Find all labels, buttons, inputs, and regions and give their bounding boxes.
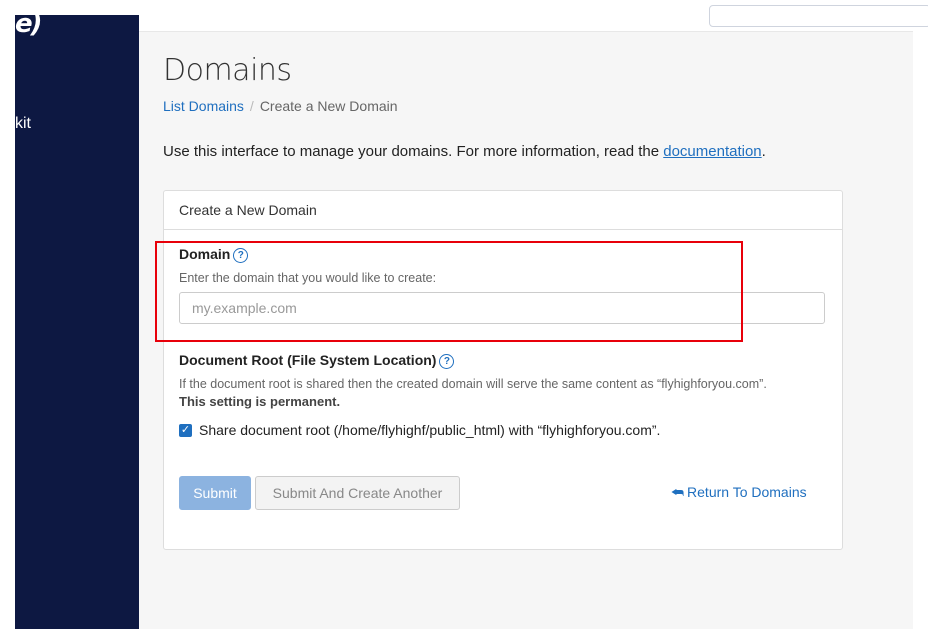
intro-text: Use this interface to manage your domain… xyxy=(163,143,766,160)
domain-input[interactable] xyxy=(179,292,825,324)
reply-arrow-icon: ⮪ xyxy=(671,484,685,500)
share-docroot-checkbox[interactable]: ✓ xyxy=(179,423,192,437)
return-to-domains-label: Return To Domains xyxy=(687,484,807,500)
breadcrumb: List Domains / Create a New Domain xyxy=(163,98,398,114)
domain-label-text: Domain xyxy=(179,246,231,262)
breadcrumb-list-domains[interactable]: List Domains xyxy=(163,98,244,114)
documentation-link[interactable]: documentation xyxy=(663,143,761,160)
main-content: Domains List Domains / Create a New Domain… xyxy=(139,5,928,629)
return-to-domains-link[interactable]: ⮪ Return To Domains xyxy=(671,484,807,501)
intro-text-end: . xyxy=(761,143,766,160)
search-input[interactable] xyxy=(709,5,928,27)
checkmark-icon: ✓ xyxy=(180,423,191,436)
sidebar-item-toolkit[interactable]: kit xyxy=(15,115,31,133)
submit-and-create-another-button[interactable]: Submit And Create Another xyxy=(255,476,460,510)
intro-text-body: Use this interface to manage your domain… xyxy=(163,143,664,160)
help-icon[interactable]: ? xyxy=(439,354,455,369)
permanent-warning: This setting is permanent. xyxy=(179,394,341,409)
page-title: Domains xyxy=(163,53,292,88)
breadcrumb-current: Create a New Domain xyxy=(259,98,398,114)
share-docroot-label[interactable]: Share document root (/home/flyhighf/publ… xyxy=(199,422,660,438)
share-docroot-row: ✓ Share document root (/home/flyhighf/pu… xyxy=(179,422,660,438)
submit-button[interactable]: Submit xyxy=(179,476,251,510)
document-root-hint: If the document root is shared then the … xyxy=(179,377,767,391)
document-root-label: Document Root (File System Location)? xyxy=(179,352,455,369)
create-domain-panel: Create a New Domain Domain? Enter the do… xyxy=(163,190,843,550)
domain-label: Domain? xyxy=(179,246,249,263)
document-root-label-text: Document Root (File System Location) xyxy=(179,352,437,368)
sidebar: e) kit xyxy=(15,9,139,629)
panel-title: Create a New Domain xyxy=(164,191,842,230)
help-icon[interactable]: ? xyxy=(233,248,249,263)
domain-hint: Enter the domain that you would like to … xyxy=(179,271,437,285)
logo[interactable]: e) xyxy=(15,9,42,39)
top-bar xyxy=(139,5,928,32)
breadcrumb-separator: / xyxy=(249,98,254,114)
